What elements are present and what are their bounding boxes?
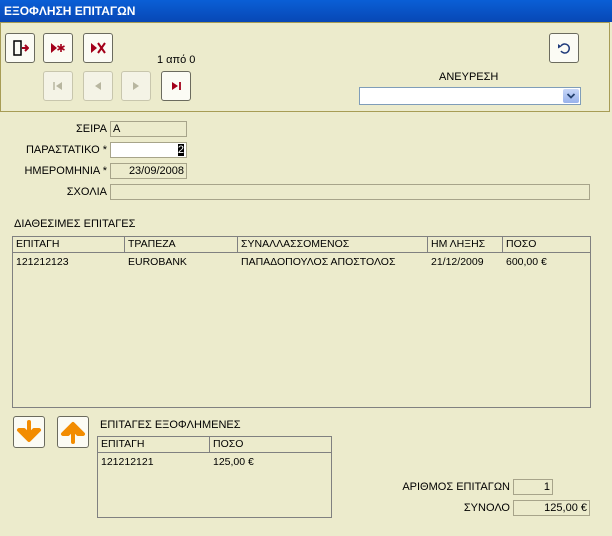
available-checks-grid[interactable]: ΕΠΙΤΑΓΗ ΤΡΑΠΕΖΑ ΣΥΝΑΛΛΑΣΣΟΜΕΝΟΣ ΗΜ ΛΗΞΗΣ… xyxy=(12,236,591,408)
move-down-icon xyxy=(17,420,41,442)
comments-field[interactable] xyxy=(110,184,590,200)
comments-label: ΣΧΟΛΙΑ xyxy=(66,186,107,198)
first-record-button[interactable] xyxy=(43,71,73,101)
document-label: ΠΑΡΑΣΤΑΤΙΚΟ * xyxy=(25,144,107,156)
next-record-button[interactable] xyxy=(121,71,151,101)
available-checks-title: ΔΙΑΘΕΣΙΜΕΣ ΕΠΙΤΑΓΕΣ xyxy=(14,218,136,230)
search-combobox[interactable] xyxy=(359,87,581,105)
check-count-field: 1 xyxy=(513,479,553,495)
column-header-paid-check[interactable]: ΕΠΙΤΑΓΗ xyxy=(98,437,210,452)
check-count-label: ΑΡΙΘΜΟΣ ΕΠΙΤΑΓΩΝ xyxy=(402,481,510,493)
move-up-button[interactable] xyxy=(57,416,89,448)
cell-counterparty: ΠΑΠΑΔΟΠΟΥΛΟΣ ΑΠΟΣΤΟΛΟΣ xyxy=(241,256,396,268)
cell-paid-check: 121212121 xyxy=(101,456,154,468)
dropdown-arrow-icon xyxy=(566,93,576,99)
exit-icon xyxy=(13,40,29,56)
paid-checks-grid[interactable]: ΕΠΙΤΑΓΗ ΠΟΣΟ 121212121 125,00 € xyxy=(97,436,332,518)
paid-checks-header: ΕΠΙΤΑΓΗ ΠΟΣΟ xyxy=(98,437,331,453)
dropdown-arrow-button[interactable] xyxy=(563,89,579,103)
window-title-bar: ΕΞΟΦΛΗΣΗ ΕΠΙΤΑΓΩΝ xyxy=(0,0,612,22)
delete-record-icon xyxy=(91,42,106,54)
column-header-check[interactable]: ΕΠΙΤΑΓΗ xyxy=(13,237,125,252)
paid-checks-title: ΕΠΙΤΑΓΕΣ ΕΞΟΦΛΗΜΕΝΕΣ xyxy=(100,419,241,431)
total-label: ΣΥΝΟΛΟ xyxy=(463,502,510,514)
move-up-icon xyxy=(61,422,85,444)
last-record-icon xyxy=(172,82,181,90)
new-record-icon xyxy=(51,43,65,53)
available-checks-header: ΕΠΙΤΑΓΗ ΤΡΑΠΕΖΑ ΣΥΝΑΛΛΑΣΣΟΜΕΝΟΣ ΗΜ ΛΗΞΗΣ… xyxy=(13,237,590,253)
total-field: 125,00 € xyxy=(513,500,590,516)
series-field[interactable]: Α xyxy=(110,121,187,137)
new-record-button[interactable] xyxy=(43,33,73,63)
column-header-paid-amount[interactable]: ΠΟΣΟ xyxy=(210,437,331,452)
search-label: ΑΝΕΥΡΕΣΗ xyxy=(439,71,499,83)
delete-record-button[interactable] xyxy=(83,33,113,63)
undo-button[interactable] xyxy=(549,33,579,63)
cell-bank: EUROBANK xyxy=(128,256,187,268)
document-field-value: 2 xyxy=(177,144,184,156)
date-field[interactable]: 23/09/2008 xyxy=(110,163,187,179)
toolbar-panel: 1 από 0 ΑΝΕΥΡΕΣΗ xyxy=(0,22,610,112)
previous-record-icon xyxy=(95,82,101,90)
table-row[interactable]: 121212123 EUROBANK ΠΑΠΑΔΟΠΟΥΛΟΣ ΑΠΟΣΤΟΛΟ… xyxy=(13,255,590,270)
move-down-button[interactable] xyxy=(13,416,45,448)
cell-paid-amount: 125,00 € xyxy=(213,456,254,468)
cell-amount: 600,00 € xyxy=(506,256,547,268)
column-header-bank[interactable]: ΤΡΑΠΕΖΑ xyxy=(125,237,238,252)
date-label: ΗΜΕΡΟΜΗΝΙΑ * xyxy=(24,165,107,177)
exit-button[interactable] xyxy=(5,33,35,63)
record-counter: 1 από 0 xyxy=(157,54,196,66)
undo-icon xyxy=(558,43,570,54)
window-title: ΕΞΟΦΛΗΣΗ ΕΠΙΤΑΓΩΝ xyxy=(4,4,136,18)
column-header-due-date[interactable]: ΗΜ ΛΗΞΗΣ xyxy=(428,237,503,252)
first-record-icon xyxy=(53,82,62,90)
table-row[interactable]: 121212121 125,00 € xyxy=(98,455,331,470)
cell-due-date: 21/12/2009 xyxy=(431,256,484,268)
series-label: ΣΕΙΡΑ xyxy=(75,123,107,135)
last-record-button[interactable] xyxy=(161,71,191,101)
previous-record-button[interactable] xyxy=(83,71,113,101)
column-header-counterparty[interactable]: ΣΥΝΑΛΛΑΣΣΟΜΕΝΟΣ xyxy=(238,237,428,252)
document-field[interactable]: 2 xyxy=(110,142,187,158)
column-header-amount[interactable]: ΠΟΣΟ xyxy=(503,237,590,252)
cell-check: 121212123 xyxy=(16,256,69,268)
next-record-icon xyxy=(133,82,139,90)
